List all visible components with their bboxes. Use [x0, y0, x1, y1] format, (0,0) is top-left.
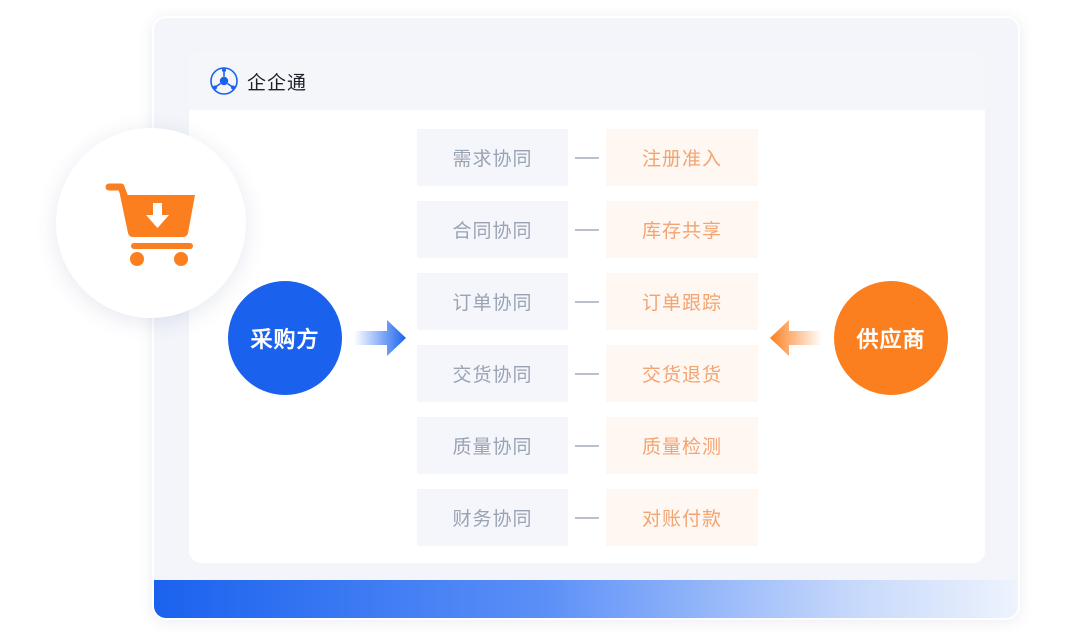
buyer-collab-item: 订单协同	[417, 273, 568, 330]
cart-circle	[56, 128, 246, 318]
collab-row: 订单协同 订单跟踪	[417, 273, 758, 330]
compass-network-icon	[210, 67, 238, 95]
row-connector	[573, 201, 601, 258]
supplier-collab-item: 注册准入	[606, 129, 758, 186]
arrow-right-icon	[354, 320, 406, 356]
buyer-collab-item: 合同协同	[417, 201, 568, 258]
collab-row: 质量协同 质量检测	[417, 417, 758, 474]
row-connector	[573, 417, 601, 474]
app-title: 企企通	[247, 71, 308, 94]
supplier-collab-item: 质量检测	[606, 417, 758, 474]
buyer-collab-item: 质量协同	[417, 417, 568, 474]
shopping-cart-download-icon	[105, 183, 195, 266]
collab-row: 合同协同 库存共享	[417, 201, 758, 258]
collab-row: 财务协同 对账付款	[417, 489, 758, 546]
supplier-collab-item: 库存共享	[606, 201, 758, 258]
row-connector	[573, 273, 601, 330]
supplier-node: 供应商	[834, 281, 948, 395]
buyer-collab-item: 财务协同	[417, 489, 568, 546]
supplier-collab-item: 对账付款	[606, 489, 758, 546]
panel-header: 企企通	[189, 52, 985, 110]
supplier-collab-item: 交货退货	[606, 345, 758, 402]
bottom-gradient-bar	[154, 580, 1018, 618]
row-connector	[573, 345, 601, 402]
collab-row: 交货协同 交货退货	[417, 345, 758, 402]
row-connector	[573, 489, 601, 546]
supplier-collab-item: 订单跟踪	[606, 273, 758, 330]
collab-row: 需求协同 注册准入	[417, 129, 758, 186]
buyer-collab-item: 交货协同	[417, 345, 568, 402]
arrow-left-icon	[770, 320, 822, 356]
buyer-collab-item: 需求协同	[417, 129, 568, 186]
buyer-node: 采购方	[228, 281, 342, 395]
row-connector	[573, 129, 601, 186]
